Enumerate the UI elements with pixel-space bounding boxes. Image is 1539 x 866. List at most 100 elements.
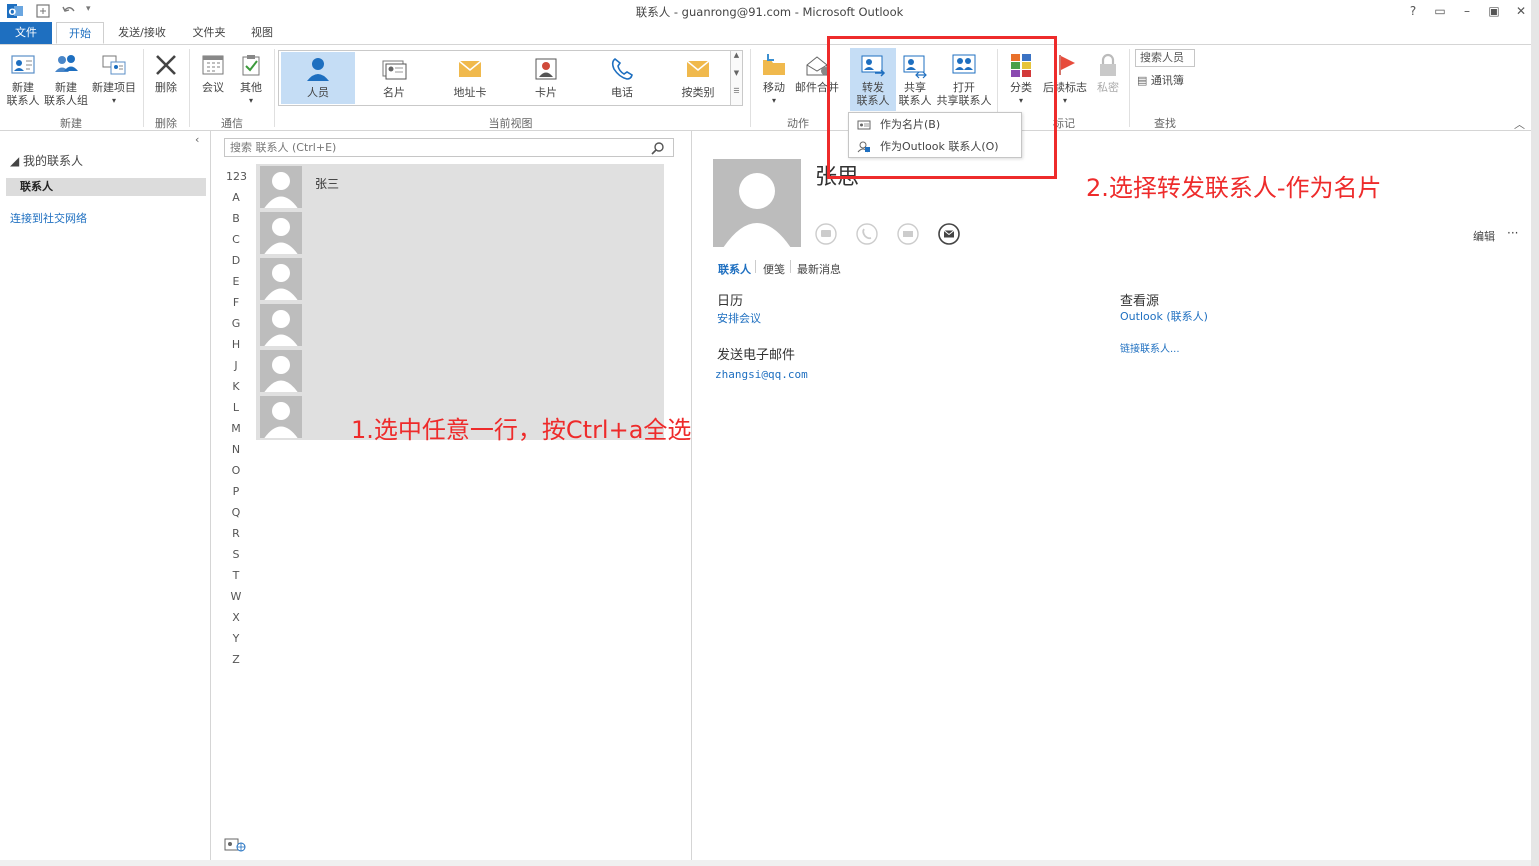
call-icon[interactable]: [856, 223, 878, 245]
follow-up-button[interactable]: 后续标志 ▾: [1041, 51, 1089, 107]
share-contacts-button[interactable]: 共享 联系人: [897, 51, 933, 107]
avatar: [260, 304, 302, 346]
alphabet-index-letter[interactable]: H: [226, 338, 246, 351]
view-address-card[interactable]: 地址卡: [433, 52, 507, 104]
connect-social-link[interactable]: 连接到社交网络: [10, 210, 87, 226]
open-shared-contacts-button[interactable]: 打开 共享联系人: [935, 51, 993, 107]
minimize-button[interactable]: –: [1458, 3, 1476, 19]
delete-button[interactable]: 删除: [148, 51, 184, 94]
alphabet-index-letter[interactable]: L: [226, 401, 246, 414]
view-phone[interactable]: 电话: [585, 52, 659, 104]
new-item-button[interactable]: 新建项目 ▾: [90, 51, 138, 107]
alphabet-index-letter[interactable]: X: [226, 611, 246, 624]
gallery-expand-icon[interactable]: ☰: [730, 87, 742, 105]
schedule-meeting-link[interactable]: 安排会议: [717, 310, 761, 326]
meeting-button[interactable]: 会议: [195, 51, 231, 94]
search-contacts-input[interactable]: 搜索 联系人 (Ctrl+E): [224, 138, 674, 157]
private-button[interactable]: 私密: [1091, 51, 1125, 94]
video-icon[interactable]: [897, 223, 919, 245]
restore-button[interactable]: ▣: [1485, 3, 1503, 19]
tab-send-receive[interactable]: 发送/接收: [110, 22, 174, 44]
move-label: 移动: [763, 81, 785, 94]
alphabet-index-letter[interactable]: R: [226, 527, 246, 540]
collapse-ribbon-icon[interactable]: ︿: [1514, 116, 1525, 132]
email-address-link[interactable]: zhangsi@qq.com: [715, 368, 808, 381]
help-button[interactable]: ?: [1404, 3, 1422, 19]
alphabet-index-letter[interactable]: Q: [226, 506, 246, 519]
reading-tab-notes[interactable]: 便笺: [763, 261, 785, 277]
link-contacts-link[interactable]: 链接联系人...: [1120, 340, 1180, 355]
more-comm-button[interactable]: 其他 ▾: [233, 51, 269, 107]
gallery-scroll-up-icon[interactable]: ▲: [730, 51, 742, 69]
forward-contact-label: 转发 联系人: [856, 81, 890, 107]
close-button[interactable]: ✕: [1512, 3, 1530, 19]
folder-contacts[interactable]: 联系人: [6, 178, 206, 196]
alphabet-index-letter[interactable]: W: [226, 590, 246, 603]
alphabet-index-letter[interactable]: M: [226, 422, 246, 435]
tab-view[interactable]: 视图: [242, 22, 282, 44]
contact-card-row[interactable]: [256, 210, 664, 256]
search-people-input[interactable]: 搜索人员: [1135, 49, 1195, 67]
share-contacts-icon: [903, 55, 927, 79]
address-book-button[interactable]: ▤ 通讯簿: [1137, 72, 1184, 88]
ribbon-display-button[interactable]: ▭: [1431, 3, 1449, 19]
alphabet-index-letter[interactable]: G: [226, 317, 246, 330]
contact-card-row[interactable]: [256, 348, 664, 394]
alphabet-index-letter[interactable]: Y: [226, 632, 246, 645]
edit-button[interactable]: 编辑: [1473, 228, 1495, 244]
mail-merge-button[interactable]: 邮件合并: [794, 51, 840, 94]
alphabet-index-letter[interactable]: F: [226, 296, 246, 309]
person-silhouette-icon: [264, 310, 298, 346]
alphabet-index-letter[interactable]: P: [226, 485, 246, 498]
categorize-button[interactable]: 分类 ▾: [1003, 51, 1039, 107]
more-comm-label: 其他: [240, 81, 262, 94]
person-silhouette-icon: [264, 218, 298, 254]
alphabet-index-letter[interactable]: T: [226, 569, 246, 582]
alphabet-index-letter[interactable]: O: [226, 464, 246, 477]
alphabet-index-letter[interactable]: S: [226, 548, 246, 561]
move-button[interactable]: 移动 ▾: [756, 51, 792, 107]
forward-contact-button[interactable]: 转发 联系人: [850, 48, 896, 111]
contact-card-row[interactable]: [256, 256, 664, 302]
tab-folder[interactable]: 文件夹: [184, 22, 234, 44]
person-silhouette-icon: [264, 356, 298, 392]
alphabet-index-letter[interactable]: A: [226, 191, 246, 204]
window-edge: [1531, 0, 1539, 866]
alphabet-index-letter[interactable]: J: [226, 359, 246, 372]
contact-card-row[interactable]: 张三: [256, 164, 664, 210]
collapse-folder-pane-icon[interactable]: ‹: [195, 133, 199, 146]
alphabet-index-letter[interactable]: 123: [226, 170, 247, 183]
view-phone-label: 电话: [611, 86, 633, 99]
more-options-button[interactable]: ···: [1507, 226, 1518, 240]
email-icon[interactable]: [938, 223, 960, 245]
view-by-category[interactable]: 按类别: [661, 52, 735, 104]
im-icon[interactable]: [815, 223, 837, 245]
address-book-icon: ▤: [1137, 74, 1148, 87]
envelope-category-icon: [686, 60, 710, 77]
calendar-icon: [202, 55, 224, 75]
gallery-scroll-down-icon[interactable]: ▼: [730, 69, 742, 87]
alphabet-index-letter[interactable]: K: [226, 380, 246, 393]
reading-tab-contact[interactable]: 联系人: [718, 261, 751, 277]
source-link[interactable]: Outlook (联系人): [1120, 308, 1208, 324]
move-folder-icon: [763, 54, 785, 75]
alphabet-index-letter[interactable]: Z: [226, 653, 246, 666]
alphabet-index-letter[interactable]: B: [226, 212, 246, 225]
tab-home[interactable]: 开始: [56, 22, 104, 44]
alphabet-index-letter[interactable]: E: [226, 275, 246, 288]
new-contact-button[interactable]: 新建 联系人: [4, 51, 42, 107]
view-business-card[interactable]: 名片: [357, 52, 431, 104]
my-contacts-header[interactable]: ◢ 我的联系人: [10, 152, 83, 169]
tab-file[interactable]: 文件: [0, 22, 52, 44]
contact-card-row[interactable]: [256, 302, 664, 348]
window-title: 联系人 - guanrong@91.com - Microsoft Outloo…: [635, 5, 904, 19]
new-group-button[interactable]: 新建 联系人组: [44, 51, 88, 107]
view-people[interactable]: 人员: [281, 52, 355, 104]
alphabet-index-letter[interactable]: N: [226, 443, 246, 456]
people-pane-icon[interactable]: [224, 837, 246, 853]
alphabet-index-letter[interactable]: D: [226, 254, 246, 267]
reading-tab-whats-new[interactable]: 最新消息: [797, 261, 841, 277]
avatar: [260, 350, 302, 392]
alphabet-index-letter[interactable]: C: [226, 233, 246, 246]
view-card[interactable]: 卡片: [509, 52, 583, 104]
